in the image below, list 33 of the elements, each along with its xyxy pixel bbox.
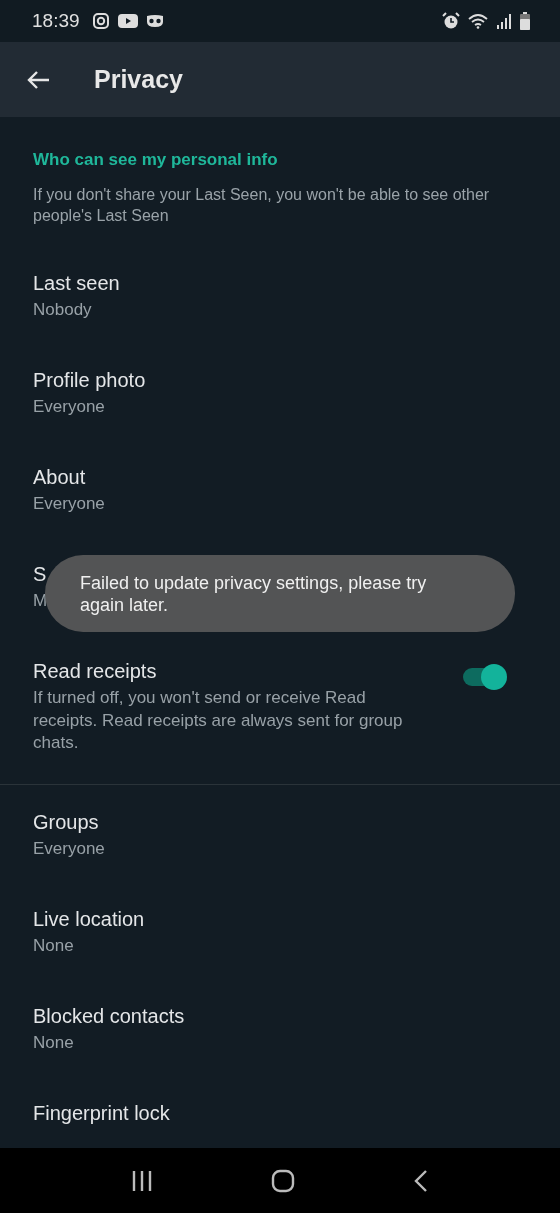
wifi-icon	[468, 13, 488, 29]
signal-icon	[496, 13, 512, 29]
setting-title: Read receipts	[33, 659, 157, 684]
setting-value: Everyone	[33, 397, 105, 417]
back-icon[interactable]	[413, 1168, 429, 1193]
home-icon[interactable]	[271, 1168, 295, 1193]
error-toast: Failed to update privacy settings, please try again later.	[45, 555, 515, 632]
screen-title: Privacy	[94, 65, 183, 94]
back-arrow-icon[interactable]	[26, 69, 50, 90]
setting-value: Everyone	[33, 838, 105, 859]
setting-description: If turned off, you won't send or receive Read receipts. Read receipts are always sent for group chats.	[33, 687, 404, 754]
section-header: Who can see my personal info	[33, 150, 279, 170]
owl-icon	[145, 14, 164, 28]
setting-title: Fingerprint lock	[33, 1100, 170, 1126]
battery-icon	[520, 12, 530, 30]
setting-value: M	[33, 591, 48, 611]
setting-value: Everyone	[33, 494, 105, 514]
setting-title: About	[33, 465, 86, 490]
setting-title: S	[33, 562, 47, 587]
setting-value: None	[33, 935, 74, 956]
setting-value: None	[33, 1032, 74, 1053]
setting-title: Profile photo	[33, 368, 146, 393]
setting-value: Nobody	[33, 300, 92, 320]
recent-apps-icon[interactable]	[131, 1169, 153, 1192]
camera-icon	[91, 12, 110, 30]
section-description: If you don't share your Last Seen, you won't be able to see other people's Last Seen	[33, 185, 491, 226]
play-icon	[117, 13, 138, 29]
alarm-icon	[442, 12, 460, 30]
setting-title: Groups	[33, 809, 99, 835]
setting-title: Live location	[33, 906, 145, 932]
setting-title: Last seen	[33, 271, 120, 296]
setting-title: Blocked contacts	[33, 1003, 185, 1029]
clock: 18:39	[32, 10, 80, 32]
